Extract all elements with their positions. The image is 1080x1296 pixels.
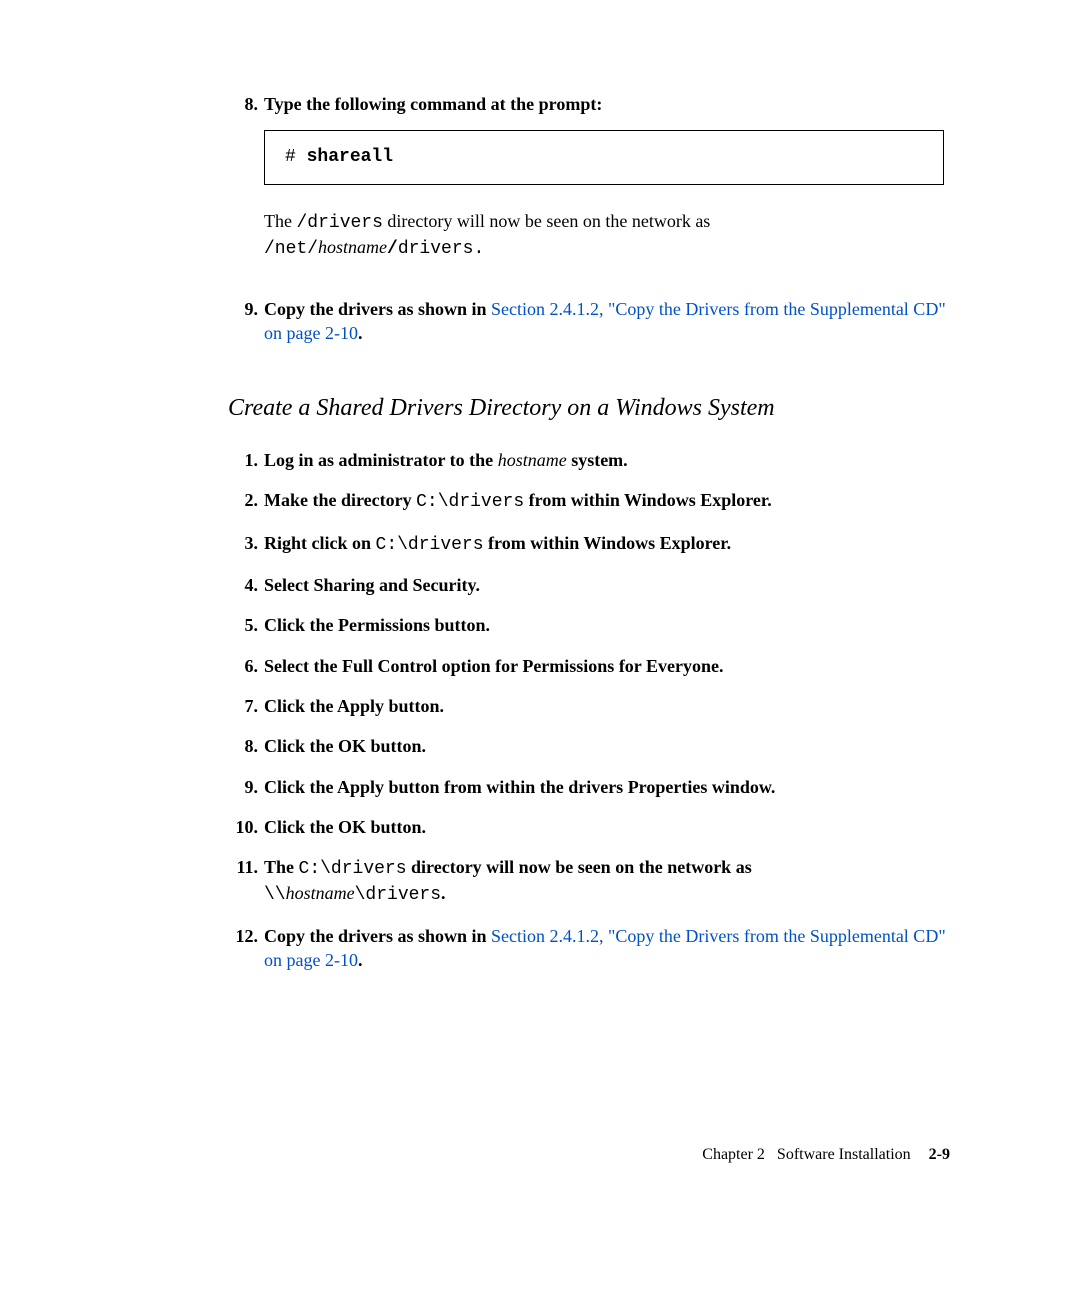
path: C:\drivers [376,535,484,555]
win-step-8: 8. Click the OK button. [228,734,950,758]
step-number: 9. [228,297,264,346]
step-body: Click the OK button. [264,815,950,839]
win-step-12: 12. Copy the drivers as shown in Section… [228,924,950,973]
code-command: shareall [307,147,393,167]
step-number: 11. [228,855,264,908]
text: from within Windows Explorer. [524,490,772,510]
path: \\ [264,885,286,905]
page-footer: Chapter 2 Software Installation 2-9 [702,1144,950,1166]
text: Right click on [264,533,376,553]
text: system. [567,450,628,470]
text: The [264,211,296,231]
text: from within Windows Explorer. [484,533,732,553]
step-9: 9. Copy the drivers as shown in Section … [228,297,950,346]
step-body: Select the Full Control option for Permi… [264,654,950,678]
code-prompt: # [285,147,307,167]
path: \drivers [355,885,441,905]
step-result: The /drivers directory will now be seen … [264,209,950,262]
step-body: Click the OK button. [264,734,950,758]
win-step-10: 10. Click the OK button. [228,815,950,839]
step-number: 8. [228,734,264,758]
step-number: 4. [228,573,264,597]
step-number: 9. [228,775,264,799]
footer-chapter: Chapter 2 [702,1146,765,1163]
step-body: Click the Apply button from within the d… [264,775,950,799]
text: Make the directory [264,490,416,510]
text: Log in as administrator to the [264,450,498,470]
step-number: 12. [228,924,264,973]
path: drivers. [398,239,484,259]
step-body: Copy the drivers as shown in Section 2.4… [264,297,950,346]
step-number: 5. [228,613,264,637]
hostname: hostname [498,450,567,470]
footer-page: 2-9 [929,1146,950,1163]
text: Copy the drivers as shown in [264,926,491,946]
win-step-7: 7. Click the Apply button. [228,694,950,718]
win-step-4: 4. Select Sharing and Security. [228,573,950,597]
step-number: 2. [228,488,264,514]
step-number: 10. [228,815,264,839]
step-number: 6. [228,654,264,678]
text: . [441,883,446,903]
step-body: Log in as administrator to the hostname … [264,448,950,472]
step-body: Select Sharing and Security. [264,573,950,597]
step-body: The C:\drivers directory will now be see… [264,855,950,908]
step-text: Type the following command at the prompt… [264,92,950,116]
section-heading: Create a Shared Drivers Directory on a W… [228,392,950,424]
footer-title: Software Installation [777,1146,911,1163]
step-body: Click the Apply button. [264,694,950,718]
step-body: Make the directory C:\drivers from withi… [264,488,950,514]
win-step-1: 1. Log in as administrator to the hostna… [228,448,950,472]
hostname: hostname [318,237,387,257]
step-body: Right click on C:\drivers from within Wi… [264,531,950,557]
code-block: # shareall [264,130,944,184]
path: C:\drivers [416,492,524,512]
step-number: 7. [228,694,264,718]
hostname: hostname [286,883,355,903]
text: directory will now be seen on the networ… [407,857,752,877]
step-number: 1. [228,448,264,472]
win-step-5: 5. Click the Permissions button. [228,613,950,637]
step-number: 3. [228,531,264,557]
step-number: 8. [228,92,264,283]
page: 8. Type the following command at the pro… [0,0,1080,1296]
path: /drivers [296,213,382,233]
win-step-11: 11. The C:\drivers directory will now be… [228,855,950,908]
path: C:\drivers [299,859,407,879]
path: /net/ [264,239,318,259]
step-8: 8. Type the following command at the pro… [228,92,950,283]
text: . [358,950,363,970]
win-step-9: 9. Click the Apply button from within th… [228,775,950,799]
win-step-6: 6. Select the Full Control option for Pe… [228,654,950,678]
text: directory will now be seen on the networ… [383,211,710,231]
step-body: Click the Permissions button. [264,613,950,637]
win-step-3: 3. Right click on C:\drivers from within… [228,531,950,557]
step-body: Copy the drivers as shown in Section 2.4… [264,924,950,973]
text: The [264,857,299,877]
text: Copy the drivers as shown in [264,299,491,319]
win-step-2: 2. Make the directory C:\drivers from wi… [228,488,950,514]
text: . [358,323,363,343]
step-body: Type the following command at the prompt… [264,92,950,283]
path: / [387,239,398,259]
